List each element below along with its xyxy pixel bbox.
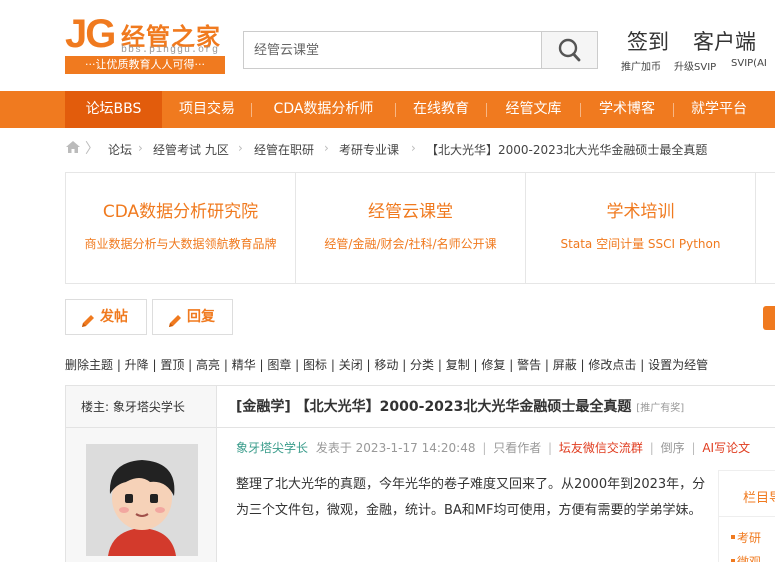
signin-link[interactable]: 签到 — [627, 26, 669, 56]
breadcrumb-item-grad[interactable]: 经管在职研 — [254, 141, 314, 158]
column-nav-heading: 栏目导 — [743, 491, 775, 506]
nav-item-online-edu[interactable]: 在线教育 — [396, 91, 486, 128]
nav-item-cda[interactable]: CDA数据分析师 — [252, 91, 395, 128]
post-author-panel: 楼主: 象牙塔尖学长 — [66, 386, 217, 562]
promo-reward-tag[interactable]: [推广有奖] — [636, 403, 684, 414]
meta-divider: | — [548, 441, 553, 455]
search-input[interactable] — [244, 32, 541, 68]
search-button[interactable] — [541, 32, 597, 68]
client-link[interactable]: 客户端 — [693, 26, 756, 56]
column-nav-item[interactable]: 微观 — [737, 553, 761, 562]
column-nav-box: 栏目导 考研 微观 — [718, 470, 775, 562]
wechat-group-link[interactable]: 坛友微信交流群 — [559, 441, 643, 455]
chevron-right-icon: › — [324, 141, 329, 155]
upgrade-svip-link[interactable]: 升级SVIP — [674, 58, 716, 73]
promo-title: 学术培训 — [606, 202, 675, 222]
post-title-text[interactable]: [金融学] 【北大光华】2000-2023北大光华金融硕士最全真题 — [236, 399, 631, 415]
breadcrumb-item-forum[interactable]: 论坛 — [108, 141, 132, 158]
post-meta: 象牙塔尖学长 发表于 2023-1-17 14:20:48 | 只看作者 | 坛… — [236, 439, 750, 456]
author-link[interactable]: 象牙塔尖学长 — [236, 441, 308, 455]
nav-item-study[interactable]: 就学平台 — [674, 91, 764, 128]
search-icon — [558, 38, 581, 62]
nav-item-blog[interactable]: 学术博客 — [581, 91, 673, 128]
chevron-right-icon: › — [238, 141, 243, 155]
promo-title: CDA数据分析研究院 — [102, 202, 259, 222]
ai-paper-link[interactable]: AI写论文 — [702, 441, 750, 455]
pencil-icon — [80, 308, 96, 327]
only-author-link[interactable]: 只看作者 — [493, 441, 541, 455]
column-nav-item[interactable]: 考研 — [737, 529, 761, 546]
new-post-button[interactable]: 发帖 — [65, 299, 147, 335]
svip-ai-link[interactable]: SVIP(AI — [731, 58, 767, 69]
promo-cloud-class[interactable]: 经管云课堂 经管/金融/财会/社科/名师公开课 — [295, 172, 526, 284]
post-title: [金融学] 【北大光华】2000-2023北大光华金融硕士最全真题 [推广有奖] — [217, 386, 775, 428]
promo-more[interactable] — [755, 172, 775, 284]
logo-mark: JG — [65, 12, 116, 56]
promo-subtitle: 经管/金融/财会/社科/名师公开课 — [324, 237, 497, 251]
post-time: 发表于 2023-1-17 14:20:48 — [315, 441, 476, 455]
promo-title: 经管云课堂 — [368, 202, 453, 222]
avatar[interactable] — [86, 444, 198, 556]
meta-divider: | — [482, 441, 487, 455]
chevron-right-icon: › — [138, 141, 143, 155]
floating-up-icon[interactable] — [763, 306, 775, 330]
promo-subtitle: 商业数据分析与大数据领航教育品牌 — [84, 237, 277, 251]
meta-divider: | — [691, 441, 696, 455]
promo-coin-link[interactable]: 推广加币 — [621, 58, 661, 73]
site-logo[interactable]: JG 经管之家 bbs.pinggu.org ···让优质教育人人可得··· — [65, 12, 225, 76]
promo-training[interactable]: 学术培训 Stata 空间计量 SSCI Python — [525, 172, 756, 284]
column-nav-divider — [719, 516, 775, 517]
reply-label: 回复 — [187, 309, 215, 325]
home-icon[interactable] — [65, 140, 81, 157]
site-header: JG 经管之家 bbs.pinggu.org ···让优质教育人人可得··· 签… — [0, 0, 775, 90]
promo-cda[interactable]: CDA数据分析研究院 商业数据分析与大数据领航教育品牌 — [65, 172, 296, 284]
breadcrumb-item-exam[interactable]: 经管考试 九区 — [153, 141, 229, 158]
promo-subtitle: Stata 空间计量 SSCI Python — [560, 237, 721, 251]
pencil-icon — [167, 308, 183, 327]
floor-label: 楼主: 象牙塔尖学长 — [66, 386, 216, 428]
new-post-label: 发帖 — [100, 309, 128, 325]
breadcrumb-item-course[interactable]: 考研专业课 — [339, 141, 399, 158]
reverse-order-link[interactable]: 倒序 — [661, 441, 685, 455]
search-box — [243, 31, 598, 69]
reply-button[interactable]: 回复 — [152, 299, 233, 335]
breadcrumb: 〉 论坛 › 经管考试 九区 › 经管在职研 › 考研专业课 › 【北大光华】2… — [65, 132, 775, 164]
chevron-right-icon: › — [411, 141, 416, 155]
admin-toolbar[interactable]: 删除主题 | 升降 | 置顶 | 高亮 | 精华 | 图章 | 图标 | 关闭 … — [65, 356, 775, 374]
logo-url: bbs.pinggu.org — [121, 45, 220, 56]
nav-item-library[interactable]: 经管文库 — [487, 91, 580, 128]
chevron-right-icon: 〉 — [85, 141, 99, 157]
post-body: 整理了北大光华的真题，今年光华的卷子难度又回来了。从2000年到2023年，分为… — [236, 477, 706, 518]
nav-item-projects[interactable]: 项目交易 — [163, 91, 251, 128]
nav-item-bbs[interactable]: 论坛BBS — [65, 91, 162, 128]
breadcrumb-item-current[interactable]: 【北大光华】2000-2023北大光华金融硕士最全真题 — [426, 141, 707, 158]
meta-divider: | — [649, 441, 654, 455]
main-nav: 论坛BBS 项目交易 CDA数据分析师 在线教育 经管文库 学术博客 就学平台 — [0, 91, 775, 128]
bullet-icon — [731, 535, 735, 539]
logo-slogan: ···让优质教育人人可得··· — [65, 56, 225, 74]
